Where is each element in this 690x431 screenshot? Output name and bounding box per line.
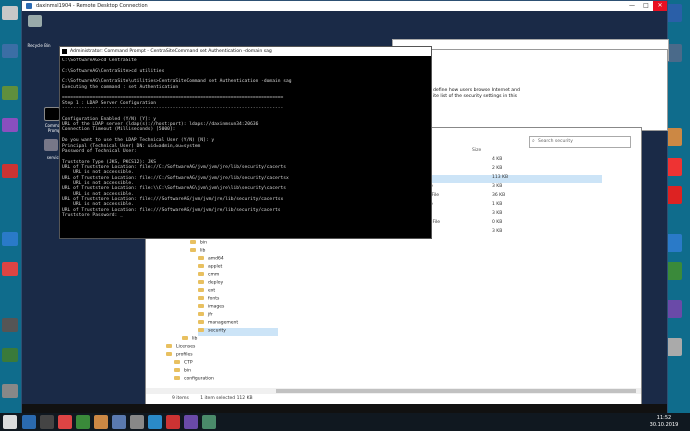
remote-desktop-window: daxinmsl1904 - Remote Desktop Connection… — [21, 0, 669, 415]
taskbar-app-10[interactable] — [184, 415, 198, 429]
tree-item-security[interactable]: security — [198, 328, 278, 336]
folder-icon — [198, 272, 204, 276]
folder-icon — [198, 288, 204, 292]
taskbar-app-5[interactable] — [94, 415, 108, 429]
command-prompt-icon[interactable] — [44, 107, 60, 121]
cmd-line: Truststore Password: _ — [62, 212, 123, 218]
scrollbar-thumb[interactable] — [276, 389, 636, 393]
taskbar: 11:52 30.10.2019 — [0, 413, 690, 431]
command-prompt-window[interactable]: Administrator: Command Prompt - CentraSi… — [59, 46, 432, 239]
outer-icon-6[interactable] — [2, 232, 18, 246]
folder-icon — [198, 304, 204, 308]
cmd-titlebar[interactable]: Administrator: Command Prompt - CentraSi… — [60, 47, 431, 56]
cmd-title: Administrator: Command Prompt - CentraSi… — [70, 49, 272, 54]
status-item-count: 9 items — [172, 396, 189, 401]
navigation-tree: jre bin lib amd64 applet cmm deploy ext … — [166, 232, 286, 384]
clock[interactable]: 11:52 30.10.2019 — [644, 415, 684, 428]
search-icon: ⌕ — [532, 138, 535, 144]
recycle-bin-label: Recycle Bin — [27, 43, 51, 48]
tree-item-profiles[interactable]: profiles — [166, 352, 193, 360]
tree-item-configuration[interactable]: configuration — [174, 376, 214, 384]
taskbar-app-11[interactable] — [202, 415, 216, 429]
tree-item-applet[interactable]: applet — [198, 264, 222, 272]
close-button[interactable]: ✕ — [653, 1, 667, 11]
tree-item-bin[interactable]: bin — [190, 240, 207, 248]
cmd-output[interactable]: C:\SoftwareAG>cd CentraSite C:\SoftwareA… — [62, 58, 428, 236]
folder-icon — [198, 264, 204, 268]
outer-desktop-icons — [0, 0, 21, 413]
outer-icon-1[interactable] — [2, 6, 18, 20]
clock-date: 30.10.2019 — [649, 421, 679, 428]
outer-icon-9[interactable] — [2, 348, 18, 362]
maximize-button[interactable]: □ — [639, 1, 653, 11]
rdp-titlebar[interactable]: daxinmsl1904 - Remote Desktop Connection… — [22, 1, 667, 11]
tree-item-management[interactable]: management — [198, 320, 238, 328]
folder-icon — [174, 368, 180, 372]
status-selected: 1 item selected 112 KB — [200, 396, 253, 401]
folder-icon — [190, 248, 196, 252]
rdp-title: daxinmsl1904 - Remote Desktop Connection — [36, 3, 148, 9]
tree-item-jfr[interactable]: jfr — [198, 312, 213, 320]
outer-icon-4[interactable] — [2, 118, 18, 132]
folder-icon — [198, 328, 204, 332]
tree-item-bin-2[interactable]: bin — [174, 368, 191, 376]
taskbar-app-2[interactable] — [40, 415, 54, 429]
outer-icon-2[interactable] — [2, 44, 18, 58]
taskbar-app-1[interactable] — [22, 415, 36, 429]
tree-item-licenses[interactable]: Licenses — [166, 344, 195, 352]
back-text-1: define how users browse Internet and — [433, 88, 520, 93]
start-button[interactable] — [3, 415, 17, 429]
services-icon[interactable] — [44, 139, 58, 151]
taskbar-app-6[interactable] — [112, 415, 126, 429]
outer-icon-3[interactable] — [2, 86, 18, 100]
outer-icon-8[interactable] — [2, 318, 18, 332]
folder-icon — [198, 256, 204, 260]
folder-icon — [198, 280, 204, 284]
folder-icon — [198, 312, 204, 316]
folder-icon — [182, 336, 188, 340]
outer-icon-10[interactable] — [2, 384, 18, 398]
folder-icon — [166, 352, 172, 356]
minimize-button[interactable]: — — [625, 1, 639, 11]
tree-item-ext[interactable]: ext — [198, 288, 215, 296]
taskbar-app-4[interactable] — [76, 415, 90, 429]
tree-item-deploy[interactable]: deploy — [198, 280, 223, 288]
folder-icon — [198, 320, 204, 324]
taskbar-app-8[interactable] — [148, 415, 162, 429]
outer-icon-7[interactable] — [2, 262, 18, 276]
folder-icon — [166, 344, 172, 348]
folder-icon — [190, 240, 196, 244]
cmd-icon — [62, 49, 67, 54]
folder-icon — [198, 296, 204, 300]
taskbar-app-3[interactable] — [58, 415, 72, 429]
search-placeholder: Search security — [538, 139, 573, 144]
size-column-header[interactable]: Size — [472, 148, 481, 153]
tree-item-amd64[interactable]: amd64 — [198, 256, 224, 264]
tree-item-cmm[interactable]: cmm — [198, 272, 219, 280]
outer-icon-5[interactable] — [2, 164, 18, 178]
tree-item-lib-2[interactable]: lib — [182, 336, 197, 344]
status-bar: 9 items 1 item selected 112 KB — [172, 396, 372, 403]
taskbar-app-9[interactable] — [166, 415, 180, 429]
remote-desktop: Recycle Bin Command Prompt services defi… — [22, 11, 669, 414]
tree-item-ctp[interactable]: CTP — [174, 360, 193, 368]
tree-item-images[interactable]: images — [198, 304, 224, 312]
folder-icon — [174, 376, 180, 380]
back-text-2: ite list of the security settings in thi… — [433, 94, 518, 99]
tree-item-lib[interactable]: lib — [190, 248, 205, 256]
folder-icon — [174, 360, 180, 364]
horizontal-scrollbar[interactable] — [146, 388, 641, 394]
search-input[interactable]: ⌕ Search security — [529, 136, 631, 148]
recycle-bin-icon[interactable] — [28, 15, 42, 27]
taskbar-app-7[interactable] — [130, 415, 144, 429]
tree-item-fonts[interactable]: fonts — [198, 296, 219, 304]
rdp-app-icon — [26, 3, 32, 9]
